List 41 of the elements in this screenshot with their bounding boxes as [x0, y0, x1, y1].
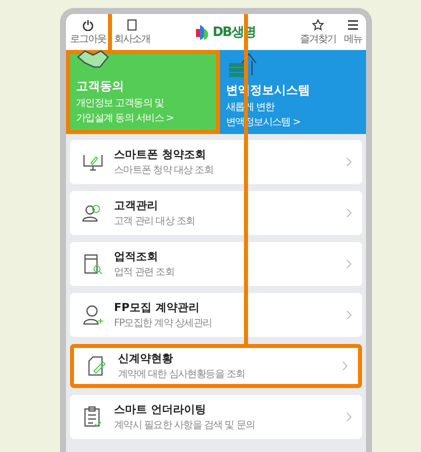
menu-title: 업적조회 [114, 249, 159, 264]
chevron-right-icon [346, 157, 352, 167]
menu-subtitle: FP모집한 계약 상세관리 [114, 317, 213, 330]
logo-icon [194, 23, 211, 41]
menu-title: 신계약현황 [118, 351, 174, 366]
logout-button[interactable]: 로그아웃 [70, 18, 106, 46]
menu-title: 스마트 언더라이팅 [114, 402, 207, 417]
chevron-right-icon [346, 310, 352, 320]
chevron-right-icon [342, 361, 348, 371]
tile-description: 개인정보 고객동의 및 [76, 97, 165, 110]
document-pencil-icon [86, 355, 108, 377]
menu-subtitle: 계약에 대한 심사현황등을 조회 [118, 368, 246, 381]
menu-button[interactable]: 메뉴 [344, 18, 362, 46]
clipboard-checklist-icon [82, 406, 104, 428]
menu-title: 고객관리 [114, 198, 159, 213]
tile-description: 가입설계 동의 서비스 > [76, 112, 175, 125]
user-add-icon [82, 304, 104, 326]
monitor-pencil-icon [82, 152, 104, 172]
menu-title: FP모집 계약관리 [114, 300, 200, 315]
menu-subtitle: 고객 관리 대상 조회 [114, 215, 196, 228]
menu-title: 스마트폰 청약조회 [114, 147, 207, 162]
menu-icon [347, 18, 359, 30]
menu-item[interactable]: 업적조회 업적 관련 조회 [70, 242, 362, 286]
menu-subtitle: 업적 관련 조회 [114, 266, 175, 279]
menu-item[interactable]: 스마트폰 청약조회 스마트폰 청약 대상 조회 [70, 140, 362, 184]
favorites-button[interactable]: 즐겨찾기 [300, 18, 336, 46]
document-search-icon [82, 253, 104, 275]
power-icon [82, 18, 94, 30]
document-icon [126, 18, 138, 30]
menu-item[interactable]: 스마트 언더라이팅 계약시 필요한 사항을 검색 및 문의 [70, 395, 362, 439]
menu-item[interactable]: 신계약현황 계약에 대한 심사현황등을 조회 [70, 344, 362, 388]
star-icon [312, 18, 324, 30]
chevron-right-icon [346, 259, 352, 269]
tile-title: 고객동의 [76, 78, 125, 95]
menu-item[interactable]: 고객관리 고객 관리 대상 조회 [70, 191, 362, 235]
menu-subtitle: 스마트폰 청약 대상 조회 [114, 164, 214, 177]
chevron-right-icon [346, 208, 352, 218]
menu-item[interactable]: FP모집 계약관리 FP모집한 계약 상세관리 [70, 293, 362, 337]
menu-subtitle: 계약시 필요한 사항을 검색 및 문의 [114, 419, 256, 432]
company-info-button[interactable]: 회사소개 [114, 18, 150, 46]
chevron-right-icon [346, 412, 352, 422]
